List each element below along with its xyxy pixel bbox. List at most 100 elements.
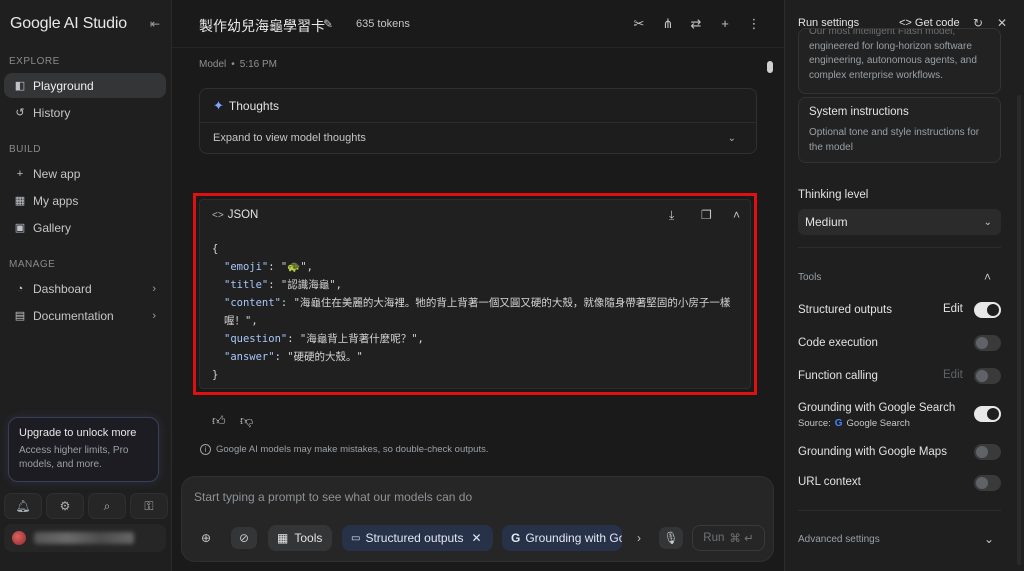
compare-icon[interactable]: ⇄ — [688, 16, 704, 32]
json-key: "emoji" — [224, 261, 269, 273]
grounding-source: Source: G Google Search — [798, 418, 910, 429]
function-calling-edit-link[interactable]: Edit — [943, 369, 963, 381]
sidebar-item-new-app[interactable]: + New app — [4, 161, 166, 186]
panel-scrollbar[interactable] — [1017, 95, 1021, 565]
token-count: 635 tokens — [356, 18, 410, 30]
json-separator: : — [274, 351, 288, 363]
prompt-input[interactable]: Start typing a prompt to see what our mo… — [194, 490, 472, 504]
microphone-icon[interactable]: 🎙︎ — [659, 527, 683, 549]
more-options-icon[interactable]: ⋮ — [746, 16, 762, 32]
json-close-brace: } — [212, 369, 219, 381]
tools-button[interactable]: ▦ Tools — [268, 525, 332, 551]
advanced-settings-label[interactable]: Advanced settings — [798, 534, 880, 545]
source-value[interactable]: Google Search — [847, 418, 910, 429]
main-content: 製作幼兒海龜學習卡 ✎ 635 tokens ✂ ⋔ ⇄ + ⋮ Model • 5… — [172, 0, 784, 571]
sidebar-item-label: History — [33, 105, 71, 120]
page-title[interactable]: 製作幼兒海龜學習卡 — [199, 16, 325, 36]
structured-outputs-chip[interactable]: ▭ Structured outputs ✕ — [342, 525, 493, 551]
structured-outputs-toggle[interactable] — [974, 302, 1001, 318]
sidebar-item-my-apps[interactable]: ▦ My apps — [4, 188, 166, 213]
system-instructions-placeholder: Optional tone and style instructions for… — [809, 127, 980, 153]
sidebar-item-documentation[interactable]: ▤ Documentation › — [4, 303, 166, 328]
apps-grid-icon: ▦ — [14, 195, 26, 207]
run-button[interactable]: Run ⌘ ↵ — [692, 525, 765, 551]
sidebar-item-playground[interactable]: ◧ Playground — [4, 73, 166, 98]
thinking-level-value: Medium — [805, 215, 848, 229]
download-icon[interactable]: ⤓ — [669, 208, 674, 223]
tools-label: Tools — [294, 531, 323, 545]
system-instructions-card[interactable]: System instructions Optional tone and st… — [798, 97, 1001, 163]
chevron-down-icon[interactable]: ⌄ — [984, 532, 994, 546]
grounding-maps-toggle[interactable] — [974, 444, 1001, 460]
json-key: "title" — [224, 279, 269, 291]
plus-icon: + — [16, 167, 24, 180]
toggle-knob — [976, 446, 988, 458]
json-value: "🐢", — [280, 261, 313, 273]
thumbs-up-icon[interactable]: 👍︎ — [212, 413, 226, 429]
scrollbar-thumb[interactable] — [767, 61, 773, 73]
settings-gear-icon[interactable]: ⚙ — [46, 493, 84, 519]
run-settings-panel: Run settings <> Get code ↻ ✕ Our most in… — [784, 0, 1024, 571]
copy-icon[interactable]: ❐ — [701, 208, 712, 222]
grounding-chip-label: Grounding with Go — [525, 531, 622, 545]
history-icon: ↺ — [15, 107, 25, 119]
message-role: Model — [199, 59, 227, 70]
chevron-down-icon: ⌄ — [727, 132, 736, 144]
new-chat-plus-icon[interactable]: + — [717, 16, 733, 32]
section-label-manage: MANAGE — [9, 259, 56, 270]
upgrade-card[interactable]: Upgrade to unlock more Access higher lim… — [8, 417, 159, 482]
sidebar-item-gallery[interactable]: ▣ Gallery — [4, 215, 166, 240]
system-instructions-title: System instructions — [809, 106, 909, 118]
structured-outputs-label: Structured outputs — [798, 304, 892, 316]
model-description-line-1: Our most intelligent Flash model, — [809, 28, 956, 37]
json-line: "question": "海龜背上背著什麼呢？", — [212, 330, 742, 348]
sidebar-item-history[interactable]: ↺ History — [4, 100, 166, 125]
json-line: "content": "海龜住在美麗的大海裡。牠的背上背著一個又圓又硬的大殼，就… — [212, 294, 742, 330]
thoughts-title: Thoughts — [228, 98, 279, 113]
sparkle-icon: ✦ — [213, 97, 224, 113]
grounding-search-toggle[interactable] — [974, 406, 1001, 422]
upgrade-title: Upgrade to unlock more — [19, 427, 137, 439]
notifications-bell-icon[interactable]: 🔔︎ — [4, 493, 42, 519]
grounding-chip[interactable]: G Grounding with Go — [502, 525, 622, 551]
api-key-icon[interactable]: ⚿ — [130, 493, 168, 519]
structured-outputs-edit-link[interactable]: Edit — [943, 303, 963, 315]
model-description-card[interactable]: Our most intelligent Flash model, engine… — [798, 28, 1001, 94]
function-calling-toggle[interactable] — [974, 368, 1001, 384]
account-row[interactable] — [4, 524, 166, 552]
thinking-level-select[interactable]: Medium ⌄ — [798, 209, 1001, 235]
json-value: "認識海龜", — [280, 279, 342, 291]
code-brackets-icon: <> — [212, 210, 224, 221]
sidebar-item-label: Documentation — [33, 308, 114, 323]
chevron-right-icon[interactable]: › — [628, 527, 650, 549]
google-g-icon: G — [511, 531, 521, 545]
thumbs-down-icon[interactable]: 👎︎ — [240, 413, 253, 429]
google-g-icon: G — [834, 418, 843, 429]
sidebar-item-dashboard[interactable]: ◔ Dashboard › — [4, 276, 166, 301]
collapse-chevron-up-icon[interactable]: ˄ — [984, 270, 991, 284]
close-icon[interactable]: ✕ — [997, 16, 1007, 30]
add-plus-icon[interactable]: ⊕ — [195, 527, 217, 549]
json-value: "海龜背上背著什麼呢？", — [299, 333, 424, 345]
expand-thoughts-button[interactable]: Expand to view model thoughts ⌄ — [200, 123, 756, 153]
info-icon: i — [200, 444, 211, 455]
message-time: 5:16 PM — [239, 59, 278, 70]
chat-scroll-area[interactable]: Model • 5:16 PM ✦ Thoughts Expand to view … — [172, 48, 784, 468]
tools-grid-icon: ▦ — [277, 531, 289, 545]
remove-chip-close-icon[interactable]: ✕ — [472, 531, 482, 545]
share-icon[interactable]: ⋔ — [660, 16, 676, 32]
collapse-sidebar-icon[interactable]: ⇤ — [148, 17, 162, 31]
app-logo[interactable]: Google AI Studio — [10, 15, 127, 33]
search-icon[interactable]: ⌕ — [88, 493, 126, 519]
chevron-down-icon: ⌄ — [983, 216, 992, 228]
document-icon: ▤ — [14, 310, 26, 322]
edit-pencil-icon[interactable]: ✎ — [323, 17, 333, 31]
tools-wrench-icon[interactable]: ✂ — [631, 16, 647, 32]
json-open-brace: { — [212, 243, 219, 255]
hide-visibility-icon[interactable]: ⊘ — [231, 527, 257, 549]
url-context-toggle[interactable] — [974, 475, 1001, 491]
collapse-chevron-up-icon[interactable]: ˄ — [733, 208, 740, 222]
json-separator: : — [268, 261, 281, 273]
thoughts-header: ✦ Thoughts — [200, 89, 756, 123]
code-execution-toggle[interactable] — [974, 335, 1001, 351]
